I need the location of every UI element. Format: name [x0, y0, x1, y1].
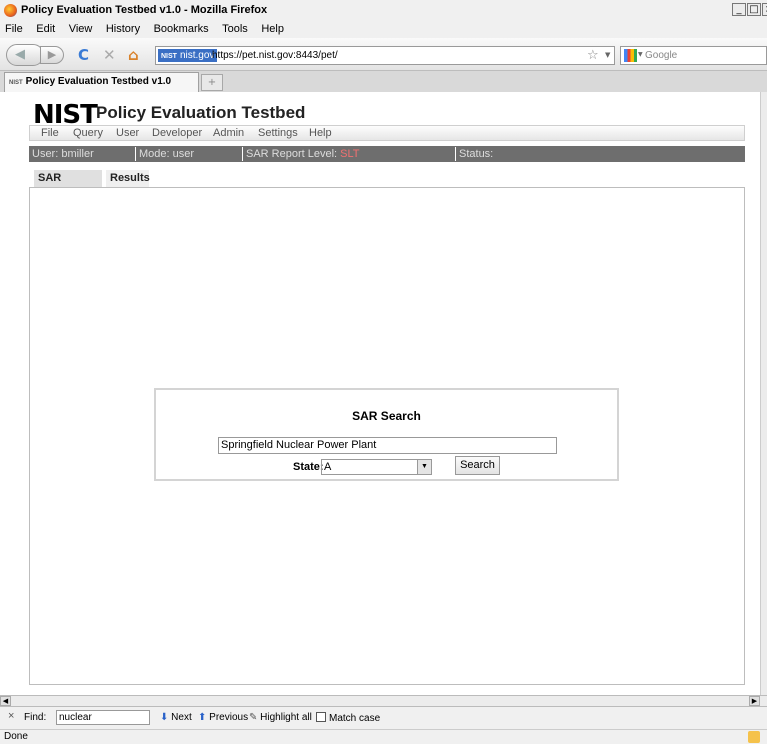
- highlight-all-button[interactable]: ✎ Highlight all: [249, 712, 312, 723]
- state-selected-value: A: [324, 461, 332, 473]
- find-next-label: Next: [171, 712, 192, 723]
- search-engine-dropdown-icon[interactable]: ▼: [638, 51, 643, 58]
- firefox-icon: [4, 4, 17, 17]
- app-menu-help[interactable]: Help: [309, 127, 332, 139]
- menu-view[interactable]: View: [64, 23, 98, 35]
- reload-icon[interactable]: C: [78, 46, 89, 64]
- app-menu-bar: File Query User Developer Admin Settings…: [29, 125, 745, 141]
- bookmark-star-icon[interactable]: ☆: [587, 48, 599, 63]
- find-previous-label: Previous: [209, 712, 249, 723]
- status-message: Status:: [459, 148, 494, 160]
- query-input[interactable]: Springfield Nuclear Power Plant: [218, 437, 557, 454]
- close-find-icon[interactable]: ×: [8, 710, 14, 722]
- vertical-scrollbar[interactable]: [760, 92, 767, 695]
- app-menu-admin[interactable]: Admin: [213, 127, 244, 139]
- tab-favicon: NIST: [9, 80, 23, 86]
- match-case-checkbox[interactable]: Match case: [316, 712, 380, 724]
- menu-bookmarks[interactable]: Bookmarks: [149, 23, 214, 35]
- find-input[interactable]: nuclear: [56, 710, 150, 725]
- tab-results[interactable]: Results: [106, 170, 150, 187]
- window-title: Policy Evaluation Testbed v1.0 - Mozilla…: [21, 4, 268, 16]
- arrow-up-icon: ⬆: [198, 712, 207, 723]
- new-tab-button[interactable]: +: [201, 74, 223, 91]
- browser-tab-strip: NIST Policy Evaluation Testbed v1.0 +: [0, 71, 767, 93]
- menu-help[interactable]: Help: [256, 23, 289, 35]
- tab-label: Policy Evaluation Testbed v1.0: [25, 76, 172, 87]
- status-user: User: bmiller: [29, 147, 136, 161]
- minimize-button[interactable]: _: [732, 3, 746, 16]
- home-icon[interactable]: ⌂: [128, 46, 139, 64]
- scroll-left-icon[interactable]: ◀: [0, 696, 11, 706]
- state-label: State:: [293, 461, 324, 473]
- arrow-down-icon: ⬇: [160, 712, 169, 723]
- find-next-button[interactable]: ⬇ Next: [160, 712, 192, 723]
- highlight-all-label: Highlight all: [260, 712, 312, 723]
- menu-tools[interactable]: Tools: [217, 23, 253, 35]
- find-previous-button[interactable]: ⬆ Previous: [198, 712, 248, 723]
- google-icon: [624, 49, 637, 62]
- checkbox-icon: [316, 712, 326, 722]
- maximize-button[interactable]: □: [747, 3, 761, 16]
- app-menu-query[interactable]: Query: [73, 127, 103, 139]
- back-arrow-icon: ◀: [15, 47, 25, 62]
- browser-menu-bar: File Edit View History Bookmarks Tools H…: [0, 21, 767, 38]
- dialog-title: SAR Search: [352, 409, 421, 423]
- scroll-right-icon[interactable]: ▶: [749, 696, 760, 706]
- tab-sar-search[interactable]: SAR Search: [34, 170, 102, 201]
- forward-button[interactable]: ▶: [40, 46, 64, 64]
- app-title: Policy Evaluation Testbed: [96, 103, 306, 122]
- app-menu-developer[interactable]: Developer: [152, 127, 202, 139]
- url-bar[interactable]: NIST nist.gov https://pet.nist.gov:8443/p…: [155, 46, 615, 65]
- sar-level-label: SAR Report Level:: [246, 148, 341, 160]
- site-identity-badge[interactable]: NIST nist.gov: [158, 49, 218, 62]
- find-label: Find:: [24, 712, 47, 723]
- menu-edit[interactable]: Edit: [31, 23, 60, 35]
- browser-tab[interactable]: NIST Policy Evaluation Testbed v1.0: [4, 72, 199, 92]
- page-content: NIST Policy Evaluation Testbed File Quer…: [0, 92, 760, 695]
- back-button[interactable]: ◀: [6, 44, 44, 66]
- search-box[interactable]: ▼ Google: [620, 46, 767, 65]
- menu-file[interactable]: File: [0, 23, 28, 35]
- forward-arrow-icon: ▶: [47, 48, 57, 61]
- match-case-label: Match case: [329, 713, 381, 724]
- status-mode: Mode: user: [136, 147, 243, 161]
- url-text: https://pet.nist.gov:8443/pet/: [212, 50, 338, 61]
- chevron-down-icon[interactable]: ▼: [417, 460, 431, 474]
- search-button[interactable]: Search: [455, 456, 500, 475]
- horizontal-scrollbar[interactable]: ◀ ▶: [0, 695, 767, 706]
- find-bar: × Find: nuclear ⬇ Next ⬆ Previous ✎ High…: [0, 706, 767, 729]
- sar-search-dialog: SAR Search Springfield Nuclear Power Pla…: [154, 388, 619, 481]
- status-sar-level: SAR Report Level: SLT: [243, 147, 456, 161]
- stop-icon[interactable]: ✕: [103, 46, 116, 64]
- window-title-bar: Policy Evaluation Testbed v1.0 - Mozilla…: [0, 0, 767, 22]
- highlighter-icon: ✎: [249, 712, 258, 723]
- app-menu-user[interactable]: User: [116, 127, 139, 139]
- security-lock-icon[interactable]: [748, 731, 760, 743]
- sar-level-value: SLT: [340, 148, 360, 160]
- search-placeholder: Google: [645, 50, 678, 61]
- close-button[interactable]: ×: [762, 3, 767, 16]
- app-menu-file[interactable]: File: [41, 127, 59, 139]
- url-dropdown-icon[interactable]: ▼: [605, 51, 610, 59]
- state-select[interactable]: A ▼: [321, 459, 432, 475]
- site-identity-label: nist.gov: [179, 50, 215, 61]
- app-menu-settings[interactable]: Settings: [258, 127, 298, 139]
- status-text: Done: [4, 731, 28, 742]
- navigation-toolbar: ◀ ▶ C ✕ ⌂ NIST nist.gov https://pet.nist.…: [0, 38, 767, 71]
- nist-logo: NIST: [161, 53, 177, 60]
- menu-history[interactable]: History: [101, 23, 145, 35]
- app-status-bar: User: bmiller Mode: user SAR Report Leve…: [29, 146, 745, 162]
- browser-status-bar: Done: [0, 729, 767, 744]
